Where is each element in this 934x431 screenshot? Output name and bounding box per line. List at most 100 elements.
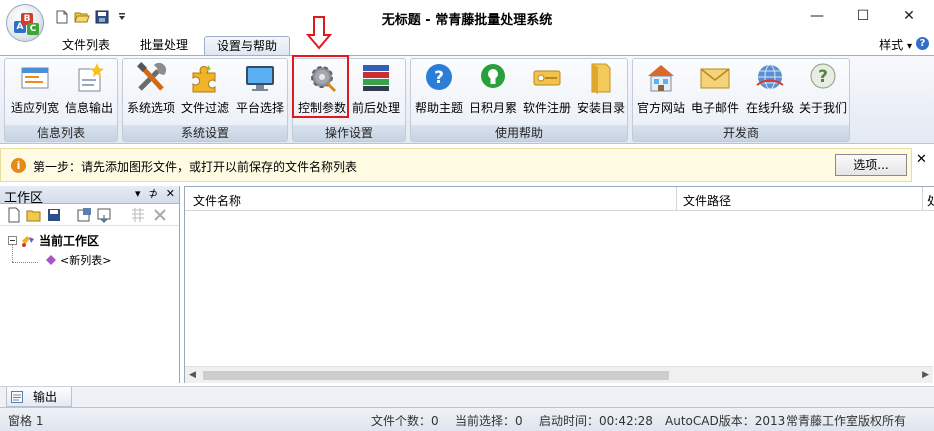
monitor-icon: [246, 66, 274, 91]
title-bar: A B C 无标题 - 常青藤批量处理系统 — ☐ ✕: [0, 0, 934, 42]
website-button[interactable]: 官方网站: [635, 61, 687, 121]
info-output-icon: [78, 63, 104, 92]
info-close-button[interactable]: ✕: [916, 152, 927, 167]
info-output-button[interactable]: 信息输出: [63, 61, 115, 121]
fit-columns-icon: [21, 67, 49, 89]
group-developer: 官方网站 电子邮件 在线升级 ? 关于我们 开发商: [632, 58, 850, 142]
panel-close-button[interactable]: ✕: [166, 187, 175, 200]
stack-icon: [363, 65, 389, 91]
chevron-down-icon: ▾: [906, 41, 912, 52]
tree-child-node[interactable]: <新列表>: [46, 252, 111, 268]
puzzle-icon: [192, 65, 216, 93]
fit-columns-button[interactable]: 适应列宽: [9, 61, 61, 121]
system-options-label: 系统选项: [126, 101, 175, 115]
pre-post-process-label: 前后处理: [351, 101, 400, 115]
info-bar: i 第一步：请先添加图形文件，或打开以前保存的文件名称列表 选项...: [0, 148, 912, 182]
open-folder-icon[interactable]: [26, 207, 42, 223]
list-header: 文件名称 文件路径 处: [185, 187, 934, 211]
scroll-right-icon[interactable]: ▶: [922, 370, 929, 380]
help-topics-button[interactable]: ? 帮助主题: [413, 61, 465, 121]
status-pane: 窗格 1: [8, 414, 44, 428]
close-button[interactable]: ✕: [886, 0, 932, 32]
delete-icon: [154, 209, 166, 221]
tab-file-list[interactable]: 文件列表: [52, 36, 120, 55]
status-start-time: 启动时间：00:42:28: [539, 414, 653, 428]
column-file-path[interactable]: 文件路径: [683, 192, 731, 209]
group-label: 信息列表: [5, 125, 117, 141]
install-dir-label: 安装目录: [576, 101, 625, 115]
tab-batch-process[interactable]: 批量处理: [128, 36, 200, 55]
register-button[interactable]: 软件注册: [521, 61, 573, 121]
tree-root-node[interactable]: 当前工作区: [8, 232, 99, 249]
workspace-toolbar: [0, 204, 179, 226]
scroll-thumb[interactable]: [203, 371, 669, 380]
key-icon: [533, 70, 561, 86]
horizontal-scrollbar[interactable]: ◀ ▶: [185, 366, 933, 383]
online-update-label: 在线升级: [745, 101, 794, 115]
output-icon: [11, 390, 23, 403]
status-copyright: 常青藤工作室版权所有: [786, 414, 907, 428]
arrow-down-icon: [306, 16, 332, 50]
tips-label: 日积月累: [468, 101, 517, 115]
app-menu-button[interactable]: A B C: [6, 4, 44, 42]
register-label: 软件注册: [522, 101, 571, 115]
collapse-icon[interactable]: [8, 236, 17, 245]
output-tab[interactable]: 输出: [6, 387, 72, 407]
tools-icon: [137, 62, 167, 91]
pre-post-process-button[interactable]: 前后处理: [349, 61, 403, 121]
scroll-left-icon[interactable]: ◀: [189, 370, 196, 380]
tips-button[interactable]: 日积月累: [467, 61, 519, 121]
new-file-icon[interactable]: [6, 207, 22, 223]
status-autocad-version: AutoCAD版本：2013: [665, 414, 786, 428]
panel-menu-button[interactable]: ▾: [135, 187, 141, 200]
status-current-selection: 当前选择：0: [455, 414, 523, 428]
grid-icon: [132, 208, 144, 222]
globe-icon: [756, 64, 784, 90]
email-label: 电子邮件: [690, 101, 739, 115]
logo-cube-icon: C: [27, 23, 39, 35]
export-icon[interactable]: [96, 207, 112, 223]
tree-root-label: 当前工作区: [39, 234, 100, 248]
email-icon: [700, 68, 730, 89]
group-label: 系统设置: [123, 125, 287, 141]
about-button[interactable]: ? 关于我们: [797, 61, 849, 121]
maximize-button[interactable]: ☐: [840, 0, 886, 32]
options-button[interactable]: 选项...: [835, 154, 907, 176]
help-icon[interactable]: ?: [916, 37, 929, 50]
ribbon-tab-bar: 文件列表 批量处理 设置与帮助: [0, 34, 934, 55]
status-bar: 窗格 1 文件个数：0 当前选择：0 启动时间：00:42:28 AutoCAD…: [0, 407, 934, 431]
website-icon: [648, 65, 674, 92]
group-label: 开发商: [633, 125, 849, 141]
column-file-name[interactable]: 文件名称: [193, 192, 241, 209]
workspace-panel: 工作区 ▾ ⊅ ✕ 当前工作区 <新列表>: [0, 186, 180, 383]
info-output-label: 信息输出: [64, 101, 113, 115]
help-topics-label: 帮助主题: [414, 101, 463, 115]
file-list-view[interactable]: 文件名称 文件路径 处 ◀ ▶: [184, 186, 934, 383]
platform-select-button[interactable]: 平台选择: [233, 61, 287, 121]
system-options-button[interactable]: 系统选项: [125, 61, 177, 121]
online-update-button[interactable]: 在线升级: [743, 61, 797, 121]
pin-button[interactable]: ⊅: [149, 187, 158, 200]
fit-columns-label: 适应列宽: [10, 101, 59, 115]
style-menu-label: 样式: [879, 38, 904, 52]
column-process[interactable]: 处: [927, 192, 934, 209]
save-icon[interactable]: [46, 207, 62, 223]
help-icon: ?: [426, 64, 452, 90]
lightbulb-icon: [481, 64, 505, 88]
ribbon-panel: 适应列宽 信息输出 信息列表 系统选项 文件过滤 平台选择 系统设置 控制参数: [0, 55, 934, 144]
svg-text:?: ?: [434, 68, 444, 88]
output-tab-bar: 输出: [0, 386, 934, 407]
minimize-button[interactable]: —: [794, 0, 840, 32]
properties-icon[interactable]: [76, 207, 92, 223]
file-filter-label: 文件过滤: [180, 101, 229, 115]
install-dir-button[interactable]: 安装目录: [575, 61, 627, 121]
style-menu[interactable]: 样式 ▾: [879, 36, 912, 53]
info-message: 第一步：请先添加图形文件，或打开以前保存的文件名称列表: [33, 160, 358, 174]
info-icon: i: [11, 158, 26, 173]
about-icon: ?: [810, 63, 836, 89]
group-label: 使用帮助: [411, 125, 627, 141]
email-button[interactable]: 电子邮件: [689, 61, 741, 121]
tree-child-label: <新列表>: [60, 254, 112, 267]
tab-settings-help[interactable]: 设置与帮助: [204, 36, 290, 55]
file-filter-button[interactable]: 文件过滤: [179, 61, 231, 121]
